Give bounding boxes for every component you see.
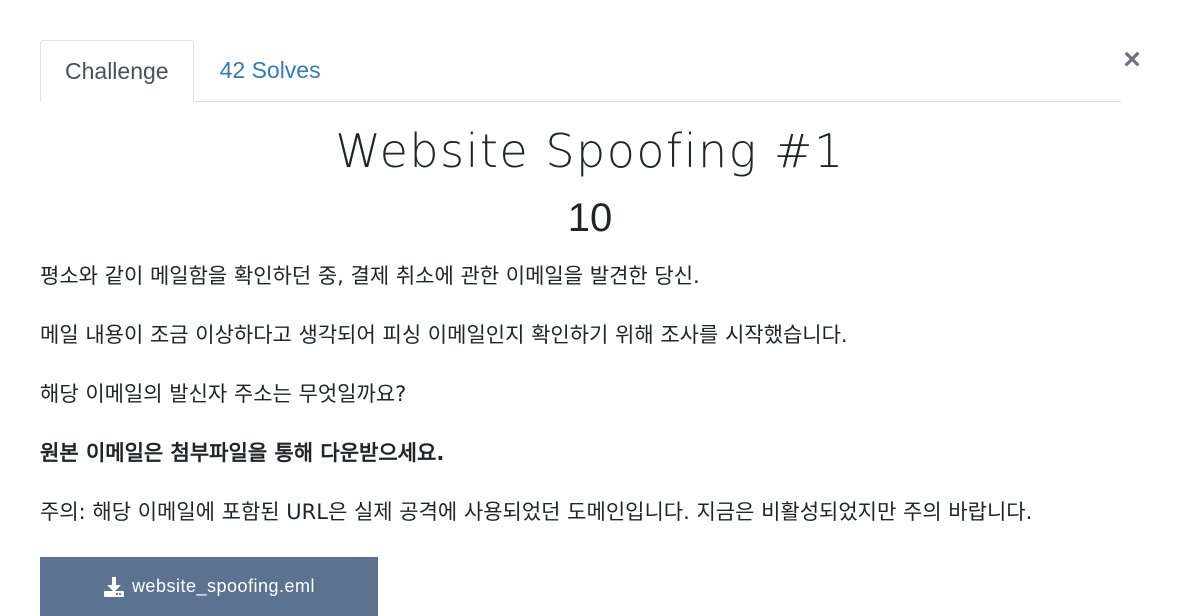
tab-solves[interactable]: 42 Solves bbox=[194, 40, 345, 101]
download-file-name: website_spoofing.eml bbox=[131, 576, 316, 596]
challenge-description: 평소와 같이 메일함을 확인하던 중, 결제 취소에 관한 이메일을 발견한 당… bbox=[40, 258, 1150, 553]
challenge-modal: Challenge 42 Solves × Website Spoofing #… bbox=[0, 0, 1180, 616]
challenge-points: 10 bbox=[567, 196, 613, 240]
description-line-bold: 원본 이메일은 첨부파일을 통해 다운받으세요. bbox=[40, 441, 445, 465]
download-file-button[interactable]: website_spoofing.eml bbox=[40, 557, 378, 616]
close-icon[interactable]: × bbox=[1119, 44, 1145, 76]
challenge-title: Website Spoofing #1 bbox=[335, 124, 845, 178]
description-line: 주의: 해당 이메일에 포함된 URL은 실제 공격에 사용되었던 도메인입니다… bbox=[40, 500, 1033, 524]
tab-challenge[interactable]: Challenge bbox=[40, 40, 194, 102]
description-line: 메일 내용이 조금 이상하다고 생각되어 피싱 이메일인지 확인하기 위해 조사… bbox=[40, 323, 848, 347]
description-line: 해당 이메일의 발신자 주소는 무엇일까요? bbox=[40, 382, 407, 406]
tab-bar: Challenge 42 Solves bbox=[40, 40, 1121, 102]
description-line: 평소와 같이 메일함을 확인하던 중, 결제 취소에 관한 이메일을 발견한 당… bbox=[40, 264, 700, 288]
download-icon bbox=[103, 576, 125, 598]
